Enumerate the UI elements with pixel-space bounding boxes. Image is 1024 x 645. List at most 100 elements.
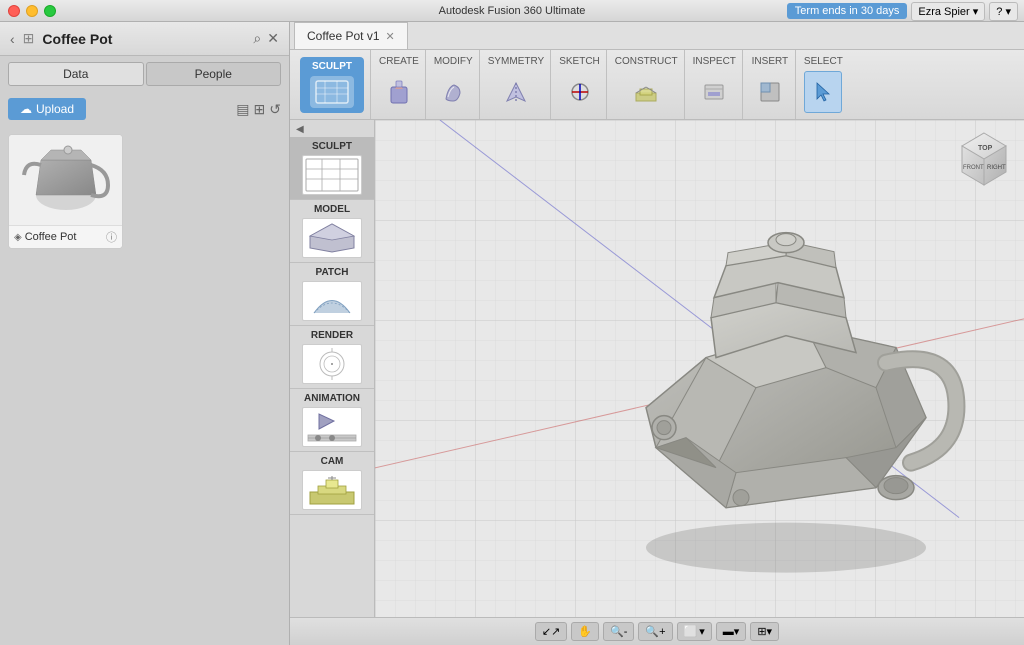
left-panel-header: ‹ ⊞ Coffee Pot ⌕ ✕ <box>0 22 289 56</box>
grid-options-button[interactable]: ⊞▾ <box>750 622 779 641</box>
refresh-button[interactable]: ↺ <box>269 101 281 118</box>
toolbar-group-create: CREATE <box>373 50 426 119</box>
tab-label: Coffee Pot v1 <box>307 29 380 43</box>
toolbar: SCULPT CRE <box>290 50 1024 120</box>
toolbar-group-sculpt: SCULPT <box>294 50 371 119</box>
toolbar-group-construct: CONSTRUCT <box>609 50 685 119</box>
ws-panel-animation[interactable]: ANIMATION <box>290 389 374 452</box>
modify-label: MODIFY <box>434 56 473 67</box>
title-bar: Autodesk Fusion 360 Ultimate Term ends i… <box>0 0 1024 22</box>
display-mode-button[interactable]: ⬜ ▾ <box>677 622 712 641</box>
workspace-sidebar: ◀ SCULPT <box>290 120 375 617</box>
minimize-button[interactable] <box>26 5 38 17</box>
pan-button[interactable]: ✋ <box>571 622 599 641</box>
toolbar-group-insert: INSERT <box>745 50 796 119</box>
info-icon[interactable]: ⓘ <box>106 229 117 245</box>
tab-people[interactable]: People <box>146 62 282 86</box>
grid-view-button[interactable]: ⊞ <box>254 101 266 118</box>
view-icons: ▤ ⊞ ↺ <box>236 101 281 118</box>
maximize-button[interactable] <box>44 5 56 17</box>
sketch-button[interactable] <box>561 71 599 113</box>
modify-button[interactable] <box>434 71 472 113</box>
toolbar-group-modify: MODIFY <box>428 50 480 119</box>
svg-text:FRONT: FRONT <box>963 165 984 171</box>
list-view-button[interactable]: ▤ <box>236 101 249 118</box>
select-button[interactable] <box>804 71 842 113</box>
upload-icon: ☁ <box>20 102 32 116</box>
ws-panel-cam[interactable]: CAM <box>290 452 374 515</box>
create-icon <box>386 79 412 105</box>
create-label: CREATE <box>379 56 419 67</box>
file-info: ◈ Coffee Pot ⓘ <box>9 225 122 248</box>
viewport[interactable]: TOP RIGHT FRONT <box>375 120 1024 617</box>
coffee-pot-model <box>556 187 1024 590</box>
main-content: ‹ ⊞ Coffee Pot ⌕ ✕ Data People <box>0 22 1024 645</box>
select-label: SELECT <box>804 56 843 67</box>
panel-close-button[interactable]: ✕ <box>267 30 279 47</box>
file-name: Coffee Pot <box>25 231 77 243</box>
toolbar-group-symmetry: SYMMETRY <box>482 50 552 119</box>
toolbar-group-inspect: INSPECT <box>687 50 743 119</box>
symmetry-icon <box>503 79 529 105</box>
sculpt-active-section[interactable]: SCULPT <box>300 57 364 113</box>
close-button[interactable] <box>8 5 20 17</box>
insert-label: INSERT <box>752 56 789 67</box>
file-thumbnail <box>9 135 122 225</box>
inspect-button[interactable] <box>695 71 733 113</box>
inspect-label: INSPECT <box>693 56 736 67</box>
help-button[interactable]: ? ▾ <box>989 2 1018 21</box>
inspect-icon <box>701 79 727 105</box>
traffic-lights <box>8 5 56 17</box>
svg-text:TOP: TOP <box>978 145 993 152</box>
create-button[interactable] <box>380 71 418 113</box>
upload-button[interactable]: ☁ Upload <box>8 98 86 120</box>
nav-cube-svg: TOP RIGHT FRONT <box>951 128 1016 193</box>
app-title: Autodesk Fusion 360 Ultimate <box>439 5 586 17</box>
animation-panel-icon <box>304 409 360 445</box>
ws-panel-render[interactable]: RENDER <box>290 326 374 389</box>
construct-label: CONSTRUCT <box>615 56 678 67</box>
viewport-container: ◀ SCULPT <box>290 120 1024 617</box>
toolbar-group-sketch: SKETCH <box>553 50 607 119</box>
user-button[interactable]: Ezra Spier ▾ <box>911 2 985 21</box>
collapse-arrow[interactable]: ◀ <box>296 124 304 135</box>
tab-data[interactable]: Data <box>8 62 144 86</box>
symmetry-button[interactable] <box>497 71 535 113</box>
zoom-in-button[interactable]: 🔍+ <box>638 622 672 641</box>
panel-title: Coffee Pot <box>42 31 112 47</box>
file-item[interactable]: ◈ Coffee Pot ⓘ <box>8 134 123 249</box>
file-grid: ◈ Coffee Pot ⓘ <box>0 126 289 257</box>
ws-panel-patch[interactable]: PATCH <box>290 263 374 326</box>
cam-panel-icon <box>304 472 360 508</box>
workspace: Coffee Pot v1 ✕ SCULPT <box>290 22 1024 645</box>
select-icon <box>810 79 836 105</box>
ws-panel-sculpt[interactable]: SCULPT <box>290 137 374 200</box>
svg-text:RIGHT: RIGHT <box>987 165 1006 171</box>
top-right-actions: Term ends in 30 days Ezra Spier ▾ ? ▾ <box>781 0 1024 22</box>
search-button[interactable]: ⌕ <box>253 30 261 47</box>
fit-view-button[interactable]: ↙↗ <box>535 622 567 641</box>
patch-panel-icon <box>304 283 360 319</box>
bottom-bar: ↙↗ ✋ 🔍- 🔍+ ⬜ ▾ ▬▾ ⊞▾ <box>290 617 1024 645</box>
insert-button[interactable] <box>751 71 789 113</box>
panel-actions: ☁ Upload ▤ ⊞ ↺ <box>0 92 289 126</box>
tab-close-button[interactable]: ✕ <box>386 30 395 43</box>
ws-panel-model[interactable]: MODEL <box>290 200 374 263</box>
left-panel: ‹ ⊞ Coffee Pot ⌕ ✕ Data People <box>0 22 290 645</box>
construct-button[interactable] <box>627 71 665 113</box>
panel-tabs: Data People <box>0 56 289 92</box>
trial-button[interactable]: Term ends in 30 days <box>787 3 908 19</box>
construct-icon <box>633 79 659 105</box>
view-options-button[interactable]: ▬▾ <box>716 622 747 641</box>
workspace-tab-active[interactable]: Coffee Pot v1 ✕ <box>294 22 408 49</box>
zoom-out-button[interactable]: 🔍- <box>603 622 634 641</box>
sculpt-label: SCULPT <box>312 61 352 72</box>
back-button[interactable]: ‹ <box>10 31 15 47</box>
nav-cube[interactable]: TOP RIGHT FRONT <box>951 128 1016 193</box>
sketch-label: SKETCH <box>559 56 600 67</box>
tab-bar: Coffee Pot v1 ✕ <box>290 22 1024 50</box>
thumbnail-svg <box>16 140 116 220</box>
model-panel-icon <box>304 220 360 256</box>
sculpt-panel-icon <box>304 157 360 193</box>
symmetry-label: SYMMETRY <box>488 56 545 67</box>
